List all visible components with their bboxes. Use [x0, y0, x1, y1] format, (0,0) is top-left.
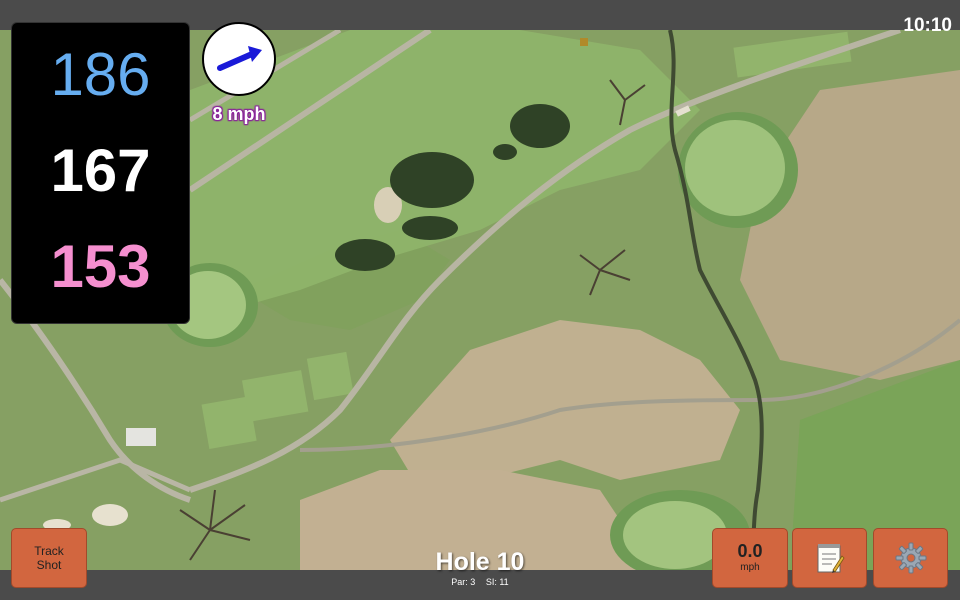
track-shot-button[interactable]: Track Shot: [11, 528, 87, 588]
back-distance: 186: [50, 41, 151, 108]
track-shot-label-line1: Track: [34, 544, 64, 558]
arrow-icon: [217, 46, 262, 71]
settings-button[interactable]: [873, 528, 948, 588]
hole-title: Hole 10: [435, 548, 525, 576]
wind-indicator: [202, 22, 276, 96]
speed-unit: mph: [740, 562, 760, 573]
notepad-icon: [817, 544, 845, 573]
speed-value: 0.0: [737, 541, 763, 561]
par-label: Par: 3: [451, 577, 476, 587]
track-shot-label-line2: Shot: [36, 558, 62, 572]
wind-speed-label: 8 mph: [212, 104, 266, 124]
gear-icon: [895, 542, 926, 574]
stroke-index-label: SI: 11: [485, 577, 509, 587]
clock: 10:10: [903, 15, 952, 36]
front-distance: 153: [50, 233, 151, 300]
middle-distance: 167: [50, 137, 151, 204]
distance-panel: 186 167 153: [11, 22, 190, 324]
app-root: 10:10 186 167 153 8 mph Track Shot Hole …: [0, 0, 960, 600]
hole-meta: Par: 3 SI: 11: [380, 577, 580, 587]
speed-button[interactable]: 0.0 mph: [712, 528, 788, 588]
notes-button[interactable]: [792, 528, 867, 588]
